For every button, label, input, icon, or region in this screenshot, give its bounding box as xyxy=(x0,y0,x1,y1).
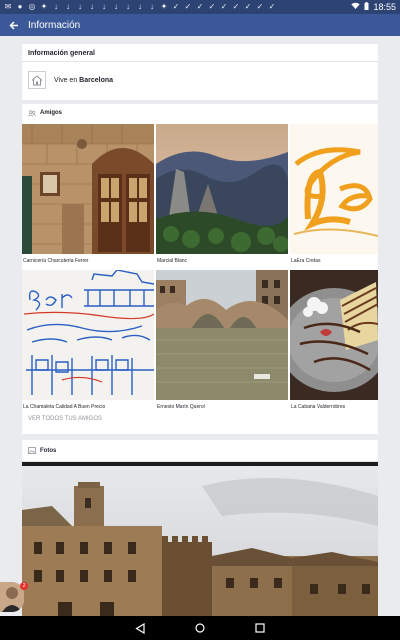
friend-photo[interactable] xyxy=(290,270,378,400)
download-icon: ↓ xyxy=(114,2,118,11)
friend-name[interactable]: La Cabana Valderrobres xyxy=(290,400,378,414)
download-icon: ↓ xyxy=(54,2,58,11)
page-title: Información xyxy=(28,19,81,31)
see-all-friends-link[interactable]: VER TODOS TUS AMIGOS xyxy=(28,416,102,422)
status-bar: ✉ ● ◎ ✦ ↓ ↓ ↓ ↓ ↓ ↓ ↓ ↓ ↓ ✦ ✓ ✓ ✓ ✓ ✓ ✓ ✓ ✓ ✓ 18:55 xyxy=(0,0,400,14)
friend-photo[interactable] xyxy=(290,124,378,254)
download-icon: ↓ xyxy=(150,2,154,11)
download-icon: ↓ xyxy=(102,2,106,11)
instagram-icon: ◎ xyxy=(28,2,36,11)
circle-home-icon xyxy=(195,623,205,633)
friend-card[interactable]: Ernesto Marín Querol xyxy=(156,270,288,414)
friends-header: Amigos xyxy=(22,104,378,122)
download-icon: ↓ xyxy=(78,2,82,11)
recents-nav-button[interactable] xyxy=(254,622,266,634)
lives-in-row[interactable]: Vive en Barcelona xyxy=(22,62,378,98)
check-icon: ✓ xyxy=(208,2,216,11)
home-nav-button[interactable] xyxy=(194,622,206,634)
friend-card[interactable]: La Chamaleta Calidad A Buen Precio xyxy=(22,270,154,414)
square-recents-icon xyxy=(255,623,265,633)
download-icon: ↓ xyxy=(90,2,94,11)
friend-name[interactable]: Carnicería Charcutería Ferrer xyxy=(22,254,154,268)
mail-icon: ✉ xyxy=(4,2,12,11)
friend-name[interactable]: Ernesto Marín Querol xyxy=(156,400,288,414)
friends-card: Amigos Carnicería Charcutería Ferrer Mar… xyxy=(22,104,378,434)
content-scroll[interactable]: Información general Vive en Barcelona Am… xyxy=(0,36,400,616)
app-bar: Información xyxy=(0,14,400,36)
twitter-icon: ✦ xyxy=(160,2,168,11)
logo-image xyxy=(290,124,378,254)
message-icon: ● xyxy=(17,2,23,11)
check-icon: ✓ xyxy=(256,2,264,11)
check-icon: ✓ xyxy=(184,2,192,11)
general-info-header: Información general xyxy=(22,44,378,62)
status-bar-right: 18:55 xyxy=(351,2,396,12)
friend-card[interactable]: Marcial Blanc xyxy=(156,124,288,268)
friend-card[interactable]: La Cabana Valderrobres xyxy=(290,270,378,414)
navigation-bar xyxy=(0,616,400,640)
photos-card: Fotos xyxy=(22,440,378,616)
triangle-back-icon xyxy=(135,622,145,634)
chat-head[interactable]: 2 xyxy=(0,582,28,612)
friend-photo[interactable] xyxy=(22,124,154,254)
friend-photo[interactable] xyxy=(22,270,154,400)
download-icon: ↓ xyxy=(66,2,70,11)
friend-name[interactable]: Marcial Blanc xyxy=(156,254,288,268)
home-icon xyxy=(28,71,46,89)
photos-header: Fotos xyxy=(22,440,378,462)
lives-in-prefix: Vive en xyxy=(54,76,80,84)
lives-in-city[interactable]: Barcelona xyxy=(79,77,113,84)
check-icon: ✓ xyxy=(196,2,204,11)
clock: 18:55 xyxy=(373,2,396,12)
photo-thumbnail[interactable] xyxy=(22,466,378,616)
notification-icons: ✉ ● ◎ ✦ ↓ ↓ ↓ ↓ ↓ ↓ ↓ ↓ ↓ ✦ ✓ ✓ ✓ ✓ ✓ ✓ ✓ ✓ ✓ xyxy=(4,3,351,11)
friend-photo[interactable] xyxy=(156,270,288,400)
check-icon: ✓ xyxy=(268,2,276,11)
download-icon: ↓ xyxy=(138,2,142,11)
arrow-left-icon xyxy=(9,20,18,30)
friends-icon xyxy=(28,109,36,117)
check-icon: ✓ xyxy=(220,2,228,11)
friend-photo[interactable] xyxy=(156,124,288,254)
back-button[interactable] xyxy=(0,14,28,36)
photo-icon xyxy=(28,447,36,454)
friends-title: Amigos xyxy=(40,110,63,116)
back-nav-button[interactable] xyxy=(134,622,146,634)
friend-card[interactable]: Carnicería Charcutería Ferrer xyxy=(22,124,154,268)
wifi-icon xyxy=(351,2,361,12)
check-icon: ✓ xyxy=(244,2,252,11)
friend-card[interactable]: LaEra Cretas xyxy=(290,124,378,268)
lives-in-text: Vive en Barcelona xyxy=(54,77,113,84)
check-icon: ✓ xyxy=(232,2,240,11)
general-info-card: Información general Vive en Barcelona xyxy=(22,44,378,100)
friend-name[interactable]: La Chamaleta Calidad A Buen Precio xyxy=(22,400,154,414)
notification-badge: 2 xyxy=(20,582,28,590)
photos-title: Fotos xyxy=(40,447,57,454)
twitter-icon: ✦ xyxy=(40,2,48,11)
friend-name[interactable]: LaEra Cretas xyxy=(290,254,378,268)
check-icon: ✓ xyxy=(172,2,180,11)
battery-icon xyxy=(364,2,369,12)
download-icon: ↓ xyxy=(126,2,130,11)
